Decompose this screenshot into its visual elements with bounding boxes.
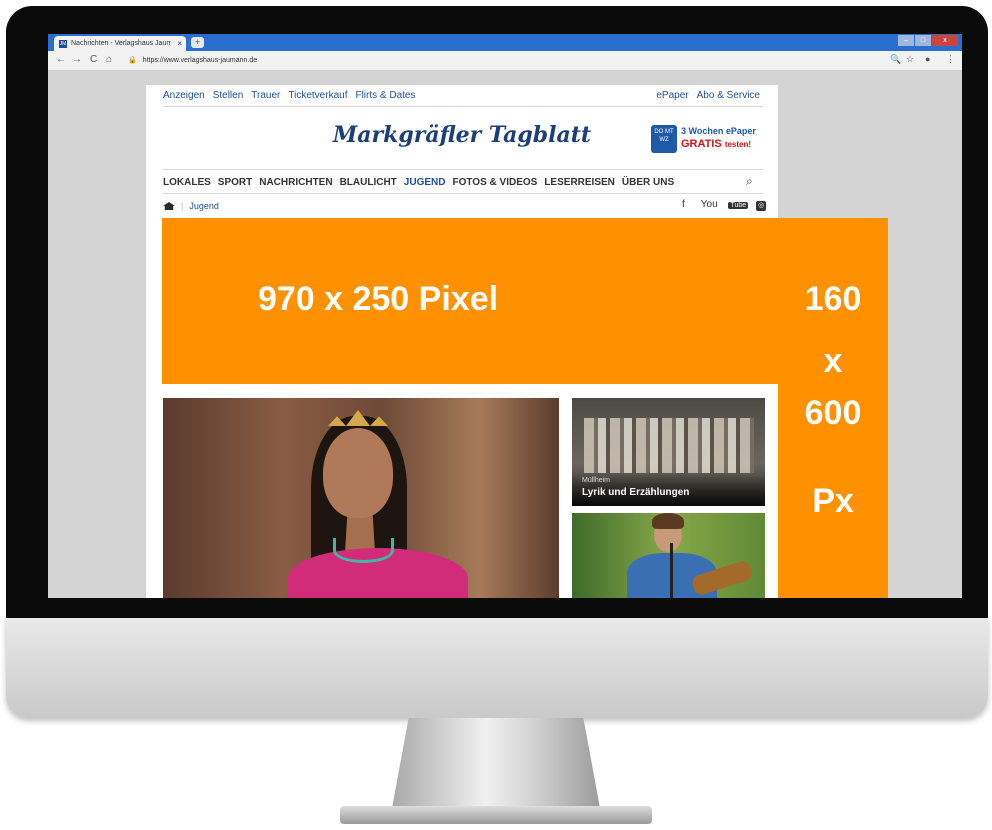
- facebook-icon[interactable]: f: [682, 199, 685, 210]
- minimize-button[interactable]: –: [898, 35, 914, 46]
- promo-line1: 3 Wochen ePaper: [681, 126, 756, 136]
- youtube-icon[interactable]: You Tube: [693, 199, 749, 210]
- top-nav-anzeigen[interactable]: Anzeigen: [163, 90, 205, 101]
- nav-fotos-videos[interactable]: FOTOS & VIDEOS: [452, 177, 537, 188]
- main-nav: LOKALES SPORT NACHRICHTEN BLAULICHT JUGEND FO…: [163, 177, 681, 188]
- hero-image-shape: [333, 538, 394, 563]
- nav-ueber-uns[interactable]: ÜBER UNS: [622, 177, 674, 188]
- divider: [163, 106, 763, 107]
- nav-jugend[interactable]: JUGEND: [404, 177, 446, 188]
- skyscraper-ad-line: 600: [804, 394, 862, 432]
- nav-nachrichten[interactable]: NACHRICHTEN: [259, 177, 332, 188]
- divider: [163, 169, 763, 170]
- url-text: https://www.verlagshaus-jaumann.de: [142, 57, 258, 64]
- teaser-headline[interactable]: Lyrik und Erzählungen: [582, 487, 689, 498]
- top-nav-right: ePaper Abo & Service: [648, 90, 760, 101]
- zoom-icon[interactable]: 🔍: [890, 54, 901, 65]
- nav-blaulicht[interactable]: BLAULICHT: [340, 177, 397, 188]
- promo-gratis: GRATIS: [681, 138, 722, 150]
- hero-image-shape: [328, 410, 388, 426]
- hero-article-image[interactable]: [163, 398, 559, 598]
- close-window-button[interactable]: x: [932, 35, 958, 46]
- youtube-you: You: [700, 199, 718, 210]
- promo-line2: GRATIS testen!: [681, 138, 751, 150]
- home-icon[interactable]: [163, 202, 175, 210]
- browser-toolbar: ← → C ⌂ 🔒 https://www.verlagshaus-jaumann…: [48, 51, 962, 71]
- breadcrumb-separator: |: [181, 201, 184, 211]
- epaper-badge: DO MT WZ: [651, 125, 677, 153]
- epaper-promo[interactable]: DO MT WZ 3 Wochen ePaper GRATIS testen!: [649, 124, 777, 156]
- monitor-chin: [6, 618, 988, 718]
- leaderboard-ad: 970 x 250 Pixel: [162, 218, 784, 384]
- search-icon[interactable]: ⌕: [746, 174, 753, 189]
- top-nav-abo[interactable]: Abo & Service: [697, 90, 760, 101]
- favicon-icon: JM: [59, 40, 67, 48]
- tab-bar: JM Nachrichten - Verlagshaus Jaumann × +…: [48, 34, 962, 51]
- new-tab-button[interactable]: +: [191, 37, 204, 48]
- nav-leserreisen[interactable]: LESERREISEN: [544, 177, 615, 188]
- reload-button[interactable]: C: [90, 54, 97, 66]
- top-nav-trauer[interactable]: Trauer: [251, 90, 280, 101]
- monitor-stand: [392, 718, 600, 808]
- lock-icon: 🔒: [128, 57, 137, 64]
- breadcrumb: | Jugend: [163, 201, 219, 211]
- teaser-location: Müllheim: [582, 477, 611, 484]
- teaser-image: [584, 418, 754, 473]
- monitor-foot: [340, 806, 652, 824]
- leaderboard-ad-label: 970 x 250 Pixel: [257, 280, 499, 318]
- forward-button[interactable]: →: [72, 54, 82, 66]
- top-nav-stellen[interactable]: Stellen: [213, 90, 244, 101]
- nav-sport[interactable]: SPORT: [218, 177, 252, 188]
- promo-testen: testen!: [724, 140, 752, 149]
- tab-close-icon[interactable]: ×: [177, 36, 182, 51]
- hero-image-shape: [323, 428, 393, 518]
- article-teaser-image[interactable]: [572, 513, 765, 598]
- maximize-button[interactable]: □: [915, 35, 931, 46]
- teaser-image-shape: [652, 513, 684, 529]
- nav-lokales[interactable]: LOKALES: [163, 177, 211, 188]
- teaser-image-shape: [670, 543, 673, 598]
- menu-icon[interactable]: ⋮: [946, 54, 955, 65]
- address-bar[interactable]: 🔒 https://www.verlagshaus-jaumann.de: [128, 54, 257, 67]
- skyscraper-ad-line: Px: [812, 482, 854, 520]
- skyscraper-ad-line: 160: [804, 280, 862, 318]
- top-nav-ticketverkauf[interactable]: Ticketverkauf: [288, 90, 347, 101]
- browser-tab[interactable]: JM Nachrichten - Verlagshaus Jaumann ×: [54, 36, 186, 51]
- skyscraper-ad: 160 x 600 Px: [778, 218, 888, 598]
- social-links: f You Tube ◎: [674, 199, 767, 211]
- window-controls: – □ x: [898, 35, 958, 47]
- bookmark-star-icon[interactable]: ☆: [906, 54, 914, 65]
- top-nav: Anzeigen Stellen Trauer Ticketverkauf Flirts…: [163, 90, 423, 101]
- youtube-tube: Tube: [728, 202, 749, 209]
- back-button[interactable]: ←: [56, 54, 66, 66]
- home-button[interactable]: ⌂: [106, 54, 112, 66]
- tab-title: Nachrichten - Verlagshaus Jaumann: [71, 40, 171, 47]
- divider: [163, 193, 763, 194]
- skyscraper-ad-line: x: [823, 342, 843, 380]
- instagram-icon[interactable]: ◎: [756, 201, 767, 211]
- profile-icon[interactable]: ●: [925, 54, 930, 64]
- top-nav-epaper[interactable]: ePaper: [656, 90, 688, 101]
- breadcrumb-jugend[interactable]: Jugend: [189, 201, 219, 211]
- top-nav-flirts[interactable]: Flirts & Dates: [355, 90, 415, 101]
- article-teaser[interactable]: Müllheim Lyrik und Erzählungen: [572, 398, 765, 506]
